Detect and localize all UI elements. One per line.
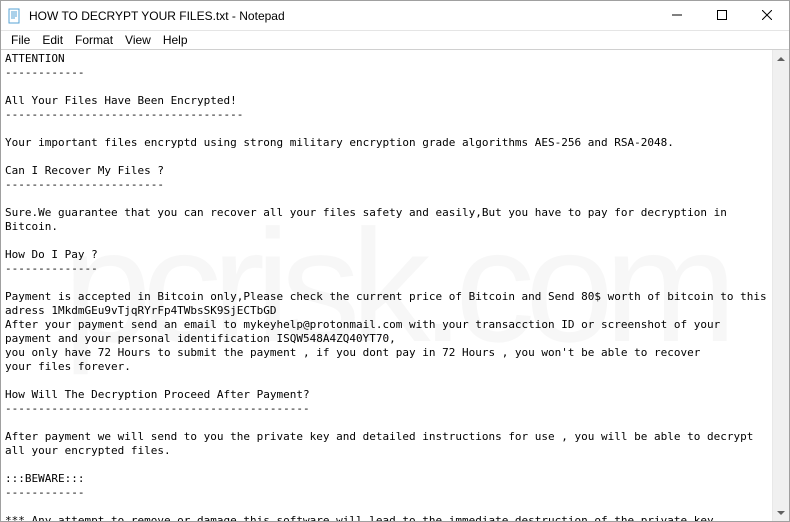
- menu-view[interactable]: View: [119, 32, 157, 48]
- close-button[interactable]: [744, 1, 789, 30]
- notepad-window: HOW TO DECRYPT YOUR FILES.txt - Notepad …: [0, 0, 790, 522]
- menu-format[interactable]: Format: [69, 32, 119, 48]
- titlebar[interactable]: HOW TO DECRYPT YOUR FILES.txt - Notepad: [1, 1, 789, 31]
- menu-edit[interactable]: Edit: [36, 32, 69, 48]
- scroll-up-icon[interactable]: [773, 50, 789, 67]
- scroll-track[interactable]: [773, 67, 789, 504]
- menubar: File Edit Format View Help: [1, 31, 789, 50]
- minimize-button[interactable]: [654, 1, 699, 30]
- notepad-icon: [7, 8, 23, 24]
- text-content[interactable]: ATTENTION ------------ All Your Files Ha…: [1, 50, 772, 521]
- maximize-button[interactable]: [699, 1, 744, 30]
- vertical-scrollbar[interactable]: [772, 50, 789, 521]
- scroll-down-icon[interactable]: [773, 504, 789, 521]
- window-title: HOW TO DECRYPT YOUR FILES.txt - Notepad: [29, 9, 654, 23]
- menu-file[interactable]: File: [5, 32, 36, 48]
- menu-help[interactable]: Help: [157, 32, 194, 48]
- editor-area: pcrisk.com ATTENTION ------------ All Yo…: [1, 50, 789, 521]
- window-controls: [654, 1, 789, 31]
